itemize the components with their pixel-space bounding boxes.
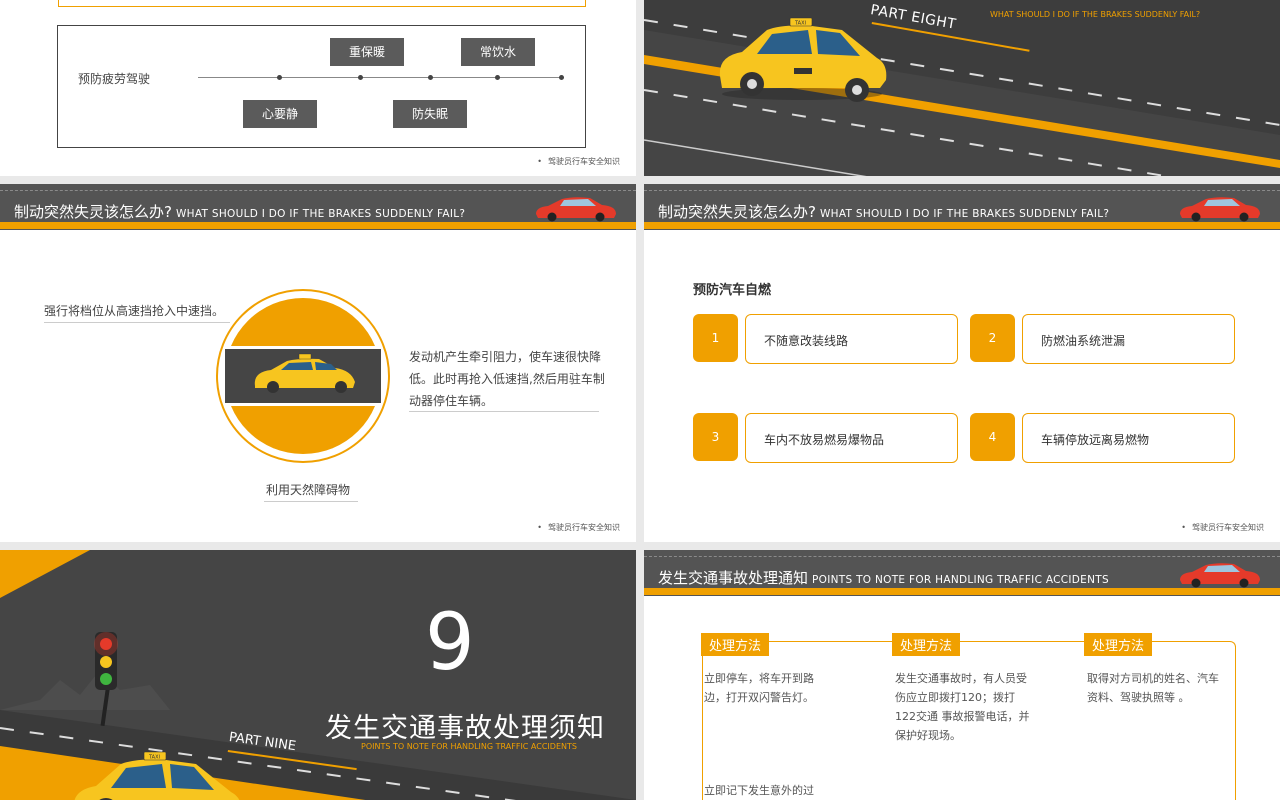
top-frame — [58, 0, 586, 7]
item-text-4: 车辆停放远离易燃物 — [1041, 433, 1150, 447]
header-title: 制动突然失灵该怎么办? WHAT SHOULD I DO IF THE BRAKE… — [14, 201, 465, 222]
section-title: 预防汽车自燃 — [693, 283, 772, 298]
item-text-3: 车内不放易燃易爆物品 — [764, 433, 885, 447]
method-tag-2: 处理方法 — [892, 633, 961, 656]
slide-part-nine-cover[interactable]: 9 发生交通事故处理须知 PART NINE POINTS TO NOTE FO… — [0, 550, 636, 800]
timeline-dot — [559, 75, 564, 80]
header-title: 发生交通事故处理通知 POINTS TO NOTE FOR HANDLING TR… — [658, 567, 1109, 588]
road-line — [644, 556, 1280, 558]
red-car-icon — [1180, 197, 1260, 222]
header-title-en: POINTS TO NOTE FOR HANDLING TRAFFIC ACCI… — [812, 574, 1109, 586]
traffic-light-icon — [94, 632, 118, 726]
slide-footer: 驾驶员行车安全知识 — [537, 522, 620, 533]
taxi-sign-text: TAXI — [148, 755, 160, 761]
method-text-2: 发生交通事故时，有人员受伤应立即拨打120；拨打122交通 事故报警电话，并保护… — [895, 672, 1030, 742]
part-number: 9 — [425, 598, 475, 688]
tip-keep-warm: 重保暖 — [330, 38, 404, 66]
road-line — [0, 190, 636, 192]
slide-accident-handling[interactable]: 发生交通事故处理通知 POINTS TO NOTE FOR HANDLING TR… — [644, 550, 1280, 800]
upshift-tip-underline — [44, 322, 230, 323]
method-tag-3: 处理方法 — [1084, 633, 1153, 656]
tip-prevent-insomnia: 防失眠 — [393, 100, 467, 128]
natural-obstacle-tip: 利用天然障碍物 — [266, 483, 351, 497]
tip-calm-mind: 心要静 — [243, 100, 317, 128]
method-text-3: 取得对方司机的姓名、汽车资料、驾驶执照等 。 — [1087, 672, 1219, 704]
header-accent-bar — [644, 588, 1280, 595]
item-box-4: 车辆停放远离易燃物 — [1022, 413, 1235, 463]
slide-fatigue-driving[interactable]: 预防疲劳驾驶 重保暖 常饮水 心要静 防失眠 驾驶员行车安全知识 — [0, 0, 636, 176]
header-title-en: WHAT SHOULD I DO IF THE BRAKES SUDDENLY … — [819, 208, 1110, 220]
upshift-tip: 强行将档位从高速挡抢入中速挡。 — [44, 304, 225, 318]
tip-drink-water: 常饮水 — [461, 38, 535, 66]
timeline-dot — [495, 75, 500, 80]
road-line — [644, 190, 1280, 192]
header-title-en: WHAT SHOULD I DO IF THE BRAKES SUDDENLY … — [175, 208, 466, 220]
timeline-dot — [277, 75, 282, 80]
item-number-1: 1 — [693, 314, 738, 362]
item-number-4: 4 — [970, 413, 1015, 461]
part-title: 发生交通事故处理须知 — [325, 713, 605, 744]
header-title-cn: 制动突然失灵该怎么办? — [658, 203, 816, 221]
taxi-circle-illustration — [216, 289, 390, 463]
item-number-3: 3 — [693, 413, 738, 461]
slide-footer: 驾驶员行车安全知识 — [537, 156, 620, 167]
item-box-3: 车内不放易燃易爆物品 — [745, 413, 958, 463]
item-number-2: 2 — [970, 314, 1015, 362]
taxi-icon: TAXI — [719, 17, 887, 102]
header-title-cn: 制动突然失灵该怎么办? — [14, 203, 172, 221]
method-text-1: 立即停车，将车开到路边，打开双闪警告灯。 — [704, 672, 814, 704]
timeline-line — [198, 77, 564, 78]
natural-obstacle-underline — [264, 501, 358, 502]
header-title-cn: 发生交通事故处理通知 — [658, 569, 809, 587]
fatigue-label: 预防疲劳驾驶 — [78, 72, 151, 86]
item-text-1: 不随意改装线路 — [764, 334, 849, 348]
slide-prevent-car-fire[interactable]: 制动突然失灵该怎么办? WHAT SHOULD I DO IF THE BRAKE… — [644, 184, 1280, 542]
slide-footer: 驾驶员行车安全知识 — [1181, 522, 1264, 533]
header-accent-bar — [0, 222, 636, 229]
header-accent-bar — [644, 222, 1280, 229]
slide-brake-failure-tips[interactable]: 制动突然失灵该怎么办? WHAT SHOULD I DO IF THE BRAKE… — [0, 184, 636, 542]
red-car-icon — [1180, 563, 1260, 588]
timeline-dot — [358, 75, 363, 80]
taxi-icon: TAXI — [74, 751, 240, 800]
item-box-1: 不随意改装线路 — [745, 314, 958, 364]
subtitle-en: POINTS TO NOTE FOR HANDLING TRAFFIC ACCI… — [361, 742, 577, 751]
item-text-2: 防燃油系统泄漏 — [1041, 334, 1126, 348]
engine-drag-tip: 发动机产生牵引阻力，使车速很快降低。此时再抢入低速挡,然后用驻车制动器停住车辆。 — [409, 350, 605, 408]
item-box-2: 防燃油系统泄漏 — [1022, 314, 1235, 364]
subtitle-en: WHAT SHOULD I DO IF THE BRAKES SUDDENLY … — [990, 10, 1201, 19]
method-tag-1: 处理方法 — [701, 633, 770, 656]
header-title: 制动突然失灵该怎么办? WHAT SHOULD I DO IF THE BRAKE… — [658, 201, 1109, 222]
engine-drag-tip-underline — [409, 411, 599, 412]
red-car-icon — [536, 197, 616, 222]
taxi-sign-text: TAXI — [794, 21, 806, 27]
slide-part-eight-cover[interactable]: PART EIGHT WHAT SHOULD I DO IF THE BRAKE… — [644, 0, 1280, 176]
record-accident-text: 立即记下发生意外的过 — [704, 784, 814, 797]
timeline-dot — [428, 75, 433, 80]
